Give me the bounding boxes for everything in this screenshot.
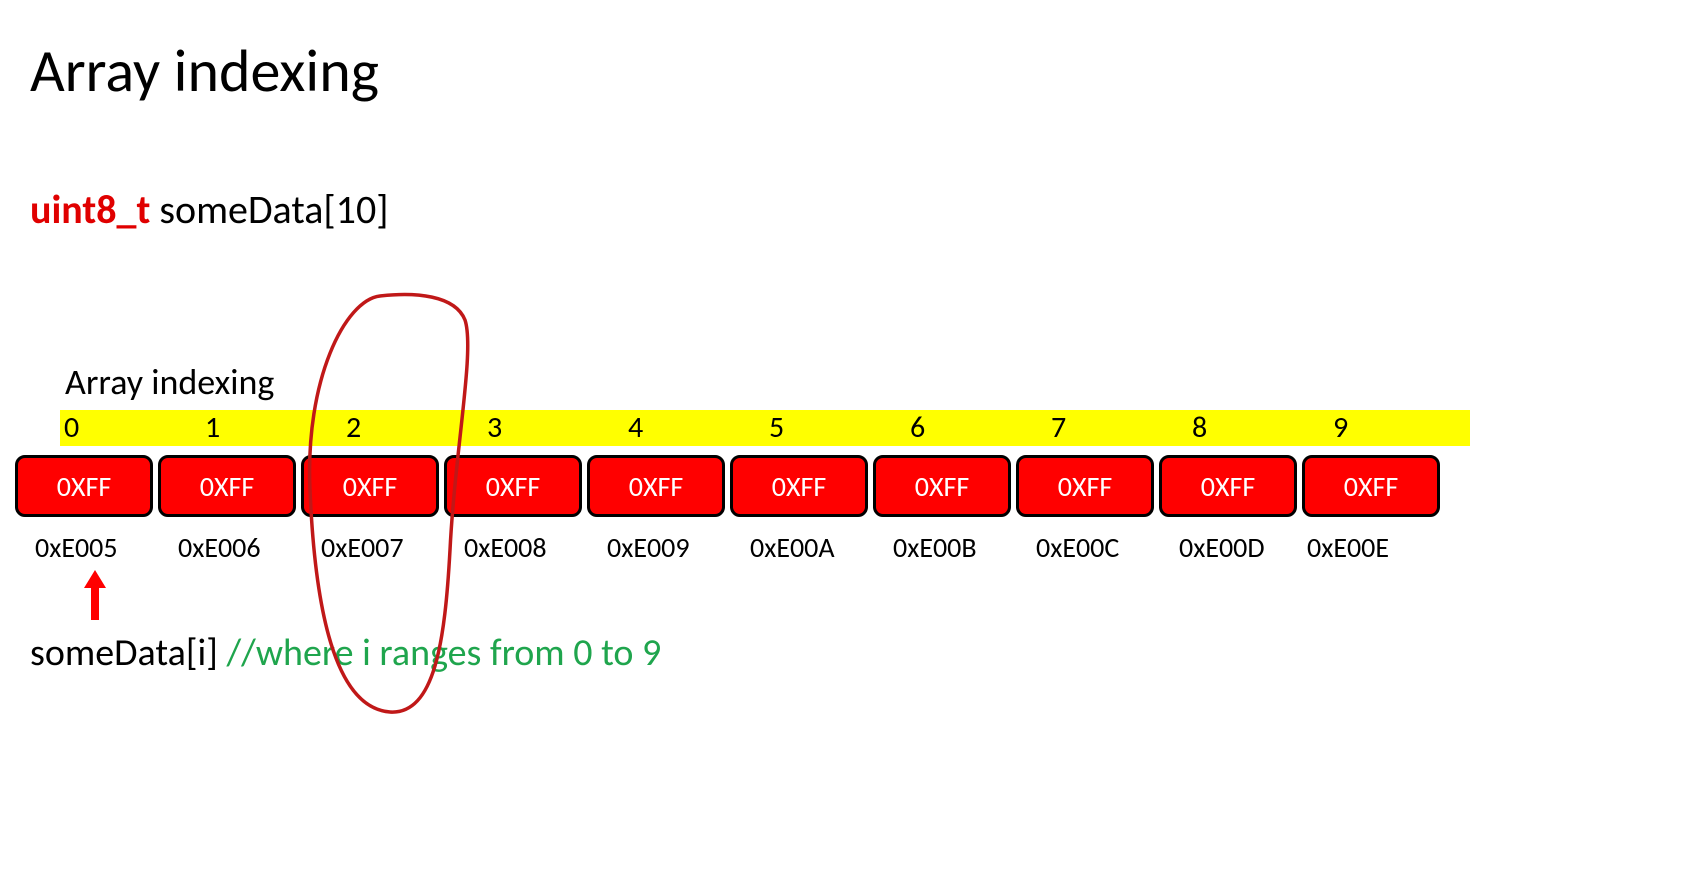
- index-cell: 7: [1047, 410, 1188, 446]
- index-cell: 0: [60, 410, 201, 446]
- array-cell: 0XFF: [1302, 455, 1440, 517]
- array-cell: 0XFF: [730, 455, 868, 517]
- array-cell: 0XFF: [158, 455, 296, 517]
- expression-code: someData[i]: [30, 630, 226, 676]
- address-cell: 0xE00A: [730, 530, 873, 565]
- address-cell: 0xE005: [15, 530, 158, 565]
- index-cell: 3: [483, 410, 624, 446]
- index-cell: 4: [624, 410, 765, 446]
- array-cell: 0XFF: [587, 455, 725, 517]
- slide-title: Array indexing: [30, 35, 379, 108]
- array-cell: 0XFF: [873, 455, 1011, 517]
- declaration-line: uint8_t someData[10]: [30, 185, 389, 234]
- declaration-rest: someData[10]: [150, 185, 388, 234]
- index-cell: 5: [765, 410, 906, 446]
- address-row: 0xE005 0xE006 0xE007 0xE008 0xE009 0xE00…: [15, 530, 1445, 565]
- arrow-up-icon: [84, 570, 114, 625]
- array-cell: 0XFF: [1016, 455, 1154, 517]
- index-cell: 1: [201, 410, 342, 446]
- address-cell: 0xE009: [587, 530, 730, 565]
- array-cell: 0XFF: [15, 455, 153, 517]
- index-cell: 2: [342, 410, 483, 446]
- address-cell: 0xE007: [301, 530, 444, 565]
- address-cell: 0xE00D: [1159, 530, 1302, 565]
- index-row: 0 1 2 3 4 5 6 7 8 9: [60, 410, 1470, 446]
- array-cell: 0XFF: [301, 455, 439, 517]
- cells-row: 0XFF 0XFF 0XFF 0XFF 0XFF 0XFF 0XFF 0XFF …: [15, 455, 1445, 517]
- array-cell: 0XFF: [1159, 455, 1297, 517]
- expression-comment: //where i ranges from 0 to 9: [226, 630, 661, 676]
- expression-line: someData[i] //where i ranges from 0 to 9: [30, 630, 661, 676]
- address-cell: 0xE00E: [1302, 530, 1445, 565]
- address-cell: 0xE00C: [1016, 530, 1159, 565]
- array-cell: 0XFF: [444, 455, 582, 517]
- index-cell: 6: [906, 410, 1047, 446]
- address-cell: 0xE00B: [873, 530, 1016, 565]
- diagram-subtitle: Array indexing: [65, 360, 274, 404]
- index-cell: 8: [1188, 410, 1329, 446]
- index-cell: 9: [1329, 410, 1470, 446]
- address-cell: 0xE006: [158, 530, 301, 565]
- declaration-type: uint8_t: [30, 185, 150, 234]
- address-cell: 0xE008: [444, 530, 587, 565]
